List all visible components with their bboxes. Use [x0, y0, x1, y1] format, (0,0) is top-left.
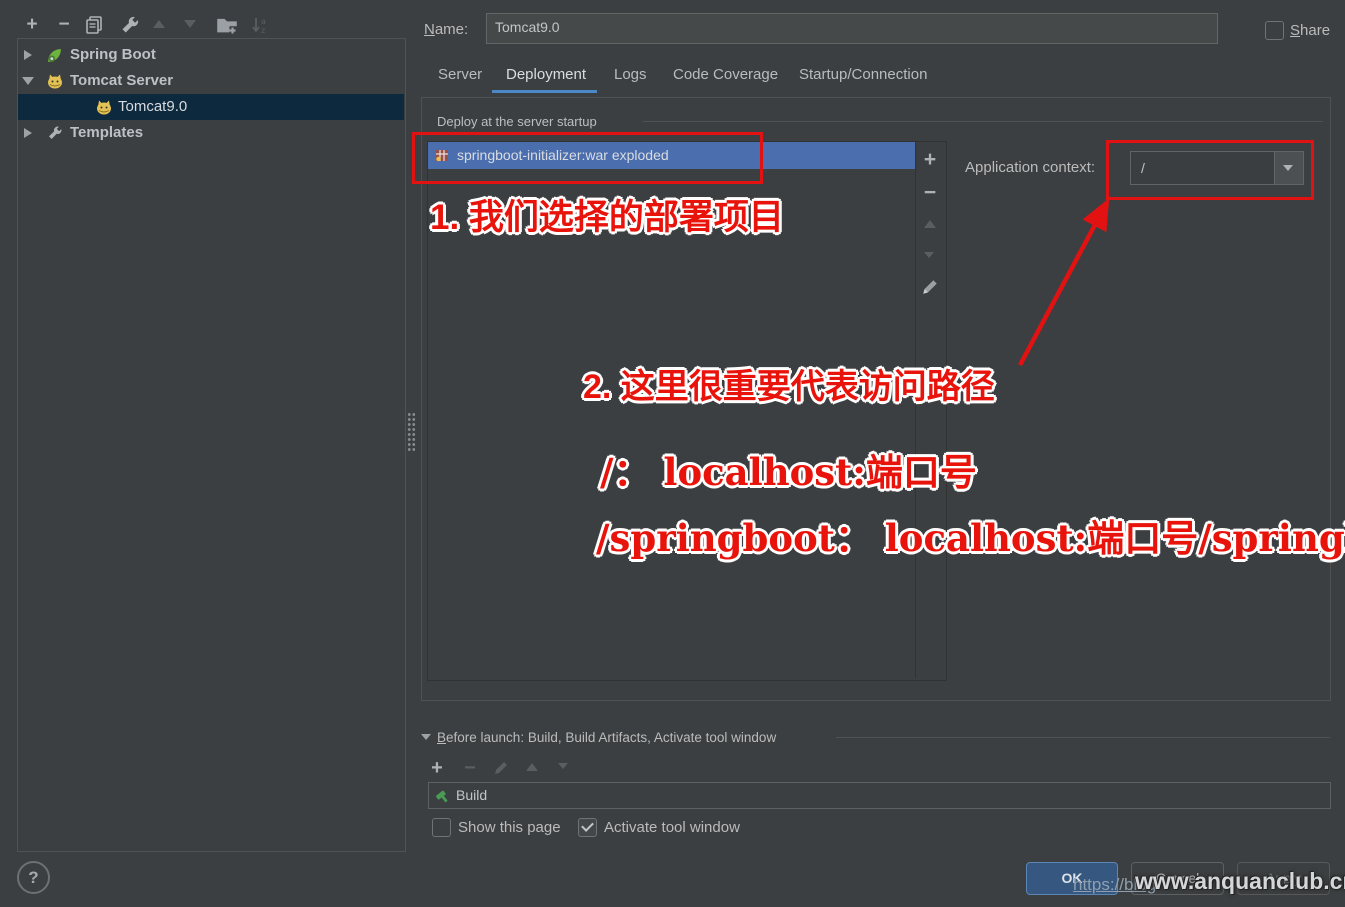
edit-artifact-pencil-icon[interactable]: [921, 278, 939, 301]
name-label: Name:: [424, 21, 468, 38]
edit-settings-wrench-icon[interactable]: [120, 15, 140, 40]
collapse-arrow-icon[interactable]: [22, 77, 34, 85]
name-input[interactable]: Tomcat9.0: [486, 13, 1218, 44]
remove-artifact-button[interactable]: −: [919, 182, 941, 204]
tomcat-icon: [95, 99, 113, 121]
new-folder-icon[interactable]: [216, 15, 238, 40]
annotation-note4: /springboot： localhost:端口号/springboot: [596, 508, 1345, 562]
remove-task-button[interactable]: −: [460, 757, 480, 779]
annotation-note1: 1. 我们选择的部署项目: [430, 189, 784, 240]
show-this-page-label: Show this page: [458, 819, 561, 836]
expand-arrow-icon[interactable]: [24, 128, 32, 138]
tab-code-coverage[interactable]: Code Coverage: [673, 66, 778, 83]
activate-tool-window-checkbox[interactable]: [578, 818, 597, 837]
sidebar-item-tomcat9-selected[interactable]: Tomcat9.0: [18, 94, 404, 120]
move-artifact-down-icon[interactable]: [924, 252, 934, 258]
share-label: Share: [1290, 22, 1330, 39]
expand-arrow-icon[interactable]: [24, 50, 32, 60]
annotation-box-app-context: [1106, 140, 1314, 200]
name-input-value: Tomcat9.0: [487, 14, 1217, 35]
before-launch-collapse-icon[interactable]: [421, 734, 431, 740]
spring-boot-icon: [46, 47, 63, 69]
templates-wrench-icon: [47, 125, 63, 146]
checkmark-icon: [581, 819, 594, 832]
tab-startup-connection[interactable]: Startup/Connection: [799, 66, 927, 83]
application-context-label: Application context:: [965, 159, 1095, 176]
watermark-site: www.anquanclub.cn: [1135, 868, 1345, 895]
run-debug-configurations-dialog: + − az Spring Boot Tomcat Server Tomcat9…: [0, 0, 1345, 907]
tab-server[interactable]: Server: [438, 66, 482, 83]
task-label: Build: [456, 783, 487, 808]
sidebar-item-label: Spring Boot: [70, 42, 156, 68]
sidebar-item-label: Tomcat Server: [70, 68, 173, 94]
move-task-down-icon[interactable]: [558, 763, 568, 769]
configurations-tree-panel: [17, 38, 406, 852]
edit-task-pencil-icon[interactable]: [493, 760, 509, 781]
tab-logs[interactable]: Logs: [614, 66, 647, 83]
splitter-handle[interactable]: [407, 412, 416, 452]
tab-deployment[interactable]: Deployment: [506, 66, 586, 83]
before-launch-separator: [836, 737, 1330, 738]
annotation-box-artifact: [412, 132, 763, 184]
copy-configuration-icon[interactable]: [84, 15, 104, 40]
tomcat-icon: [46, 73, 64, 95]
move-up-icon[interactable]: [153, 20, 165, 28]
sidebar-item-spring-boot[interactable]: Spring Boot: [18, 42, 404, 68]
sidebar-item-label: Tomcat9.0: [118, 94, 187, 120]
help-button[interactable]: ?: [17, 861, 50, 894]
share-checkbox[interactable]: [1265, 21, 1284, 40]
before-launch-label: Before launch: Build, Build Artifacts, A…: [437, 730, 776, 745]
move-artifact-up-icon[interactable]: [924, 220, 936, 228]
help-question-glyph: ?: [19, 863, 48, 892]
add-task-button[interactable]: +: [427, 757, 447, 779]
svg-text:z: z: [261, 26, 265, 35]
move-down-icon[interactable]: [184, 20, 196, 28]
sidebar-item-templates[interactable]: Templates: [18, 120, 404, 146]
move-task-up-icon[interactable]: [526, 763, 538, 771]
annotation-note2: 2. 这里很重要代表访问路径: [583, 359, 995, 408]
list-buttons-divider: [915, 142, 916, 678]
group-title: Deploy at the server startup: [437, 114, 597, 129]
annotation-note3: /： localhost:端口号: [600, 442, 977, 496]
sidebar-item-label: Templates: [70, 120, 143, 146]
add-artifact-button[interactable]: +: [919, 149, 941, 171]
show-this-page-checkbox[interactable]: [432, 818, 451, 837]
group-title-separator: [643, 121, 1323, 122]
sidebar-item-tomcat-server[interactable]: Tomcat Server: [18, 68, 404, 94]
task-row-build[interactable]: Build: [428, 782, 1331, 809]
active-tab-underline: [492, 90, 597, 93]
svg-text:a: a: [261, 17, 266, 26]
activate-tool-window-label: Activate tool window: [604, 819, 740, 836]
remove-configuration-button[interactable]: −: [53, 14, 75, 36]
build-hammer-icon: [434, 787, 451, 809]
annotation-arrow: [1005, 192, 1125, 377]
sort-alphabetically-icon[interactable]: az: [249, 14, 271, 41]
add-configuration-button[interactable]: +: [21, 14, 43, 36]
